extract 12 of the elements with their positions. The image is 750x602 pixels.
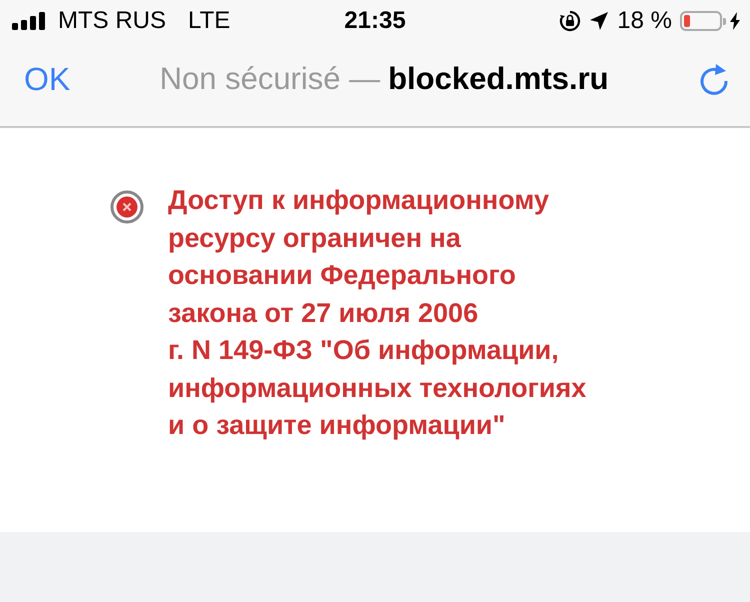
- clock-time: 21:35: [344, 7, 406, 35]
- location-arrow-icon: [589, 11, 610, 31]
- security-label: Non sécurisé —: [160, 61, 380, 96]
- blocked-message: Доступ к информационному ресурсу ограничен на основании Федерального закона от 27 июля 2006 г. N 149-ФЗ "Об информации, информационных технологиях и о защите информации": [168, 184, 586, 442]
- network-type: LTE: [188, 7, 230, 35]
- reload-icon[interactable]: [698, 62, 730, 96]
- ok-button[interactable]: OK: [24, 60, 70, 98]
- battery-percent: 18 %: [617, 7, 672, 35]
- domain-name: blocked.mts.ru: [388, 61, 609, 96]
- carrier-name: MTS RUS: [58, 7, 166, 35]
- error-icon: [110, 190, 144, 224]
- rotation-lock-icon: [559, 10, 582, 32]
